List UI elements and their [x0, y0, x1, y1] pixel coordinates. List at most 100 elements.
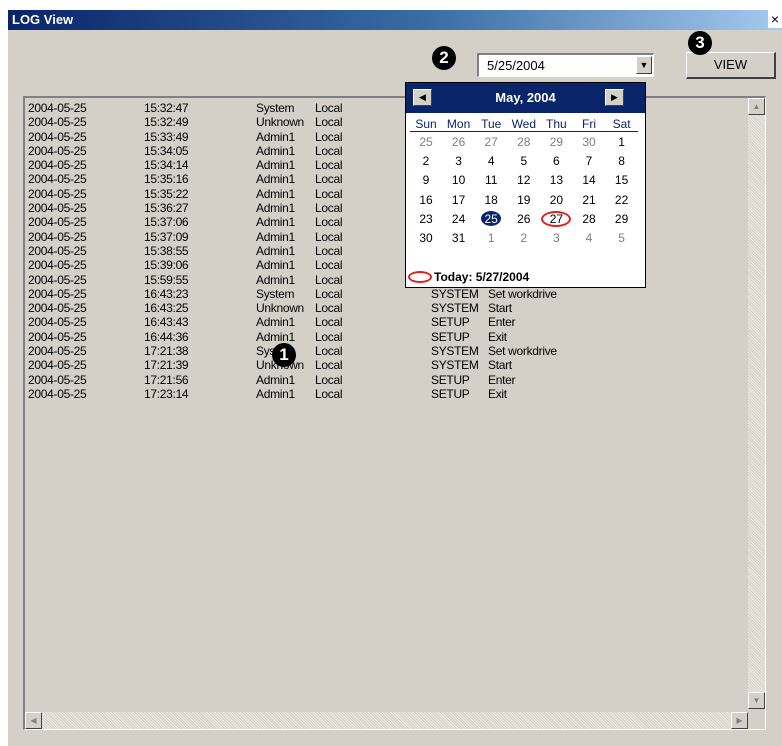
log-location: Local — [315, 101, 343, 115]
window-title: LOG View — [12, 12, 74, 27]
calendar-day[interactable]: 2 — [410, 154, 442, 168]
view-button[interactable]: VIEW — [686, 52, 776, 79]
calendar-day[interactable]: 18 — [475, 193, 507, 207]
log-location: Local — [315, 129, 343, 144]
calendar-day[interactable]: 25 — [410, 135, 442, 149]
log-user: Admin1 — [256, 172, 295, 187]
calendar-day[interactable]: 1 — [475, 231, 507, 245]
callout-badge-2: 2 — [432, 46, 456, 70]
log-action: Exit — [488, 386, 507, 401]
calendar-day[interactable]: 5 — [508, 154, 540, 168]
calendar-day[interactable]: 28 — [508, 135, 540, 149]
calendar-day[interactable]: 7 — [573, 154, 605, 168]
calendar-day[interactable]: 30 — [573, 135, 605, 149]
calendar-day[interactable]: 15 — [606, 173, 638, 187]
log-time: 15:35:16 — [144, 172, 189, 187]
calendar-day[interactable]: 16 — [410, 193, 442, 207]
log-time: 15:38:55 — [144, 243, 189, 258]
date-picker-combo[interactable]: 5/25/2004 ▼ — [477, 53, 654, 77]
calendar-weekday-row: Sun Mon Tue Wed Thu Fri Sat — [410, 117, 638, 132]
calendar-day[interactable]: 2 — [508, 231, 540, 245]
calendar-day[interactable]: 22 — [606, 193, 638, 207]
scroll-up-icon[interactable]: ▲ — [748, 98, 765, 115]
log-module: SETUP — [431, 386, 470, 401]
log-user: Admin1 — [256, 386, 295, 401]
calendar-day[interactable]: 13 — [540, 173, 572, 187]
log-module: SETUP — [431, 315, 470, 330]
chevron-down-icon[interactable]: ▼ — [636, 56, 652, 74]
calendar-day[interactable]: 1 — [606, 135, 638, 149]
calendar-day[interactable]: 9 — [410, 173, 442, 187]
title-bar: LOG View × — [8, 10, 782, 30]
calendar-day[interactable]: 23 — [410, 212, 442, 226]
log-list[interactable]: 2004-05-25 15:32:47 System Local 2004-05-25 1… — [23, 96, 766, 730]
log-user: Admin1 — [256, 258, 295, 273]
calendar-day[interactable]: 30 — [410, 231, 442, 245]
horizontal-scrollbar[interactable]: ◀ ▶ — [25, 712, 748, 729]
log-view-window: LOG View × 5/25/2004 ▼ VIEW 2004-05-25 15… — [8, 10, 782, 746]
log-date: 2004-05-25 — [28, 101, 87, 115]
calendar-day[interactable]: 28 — [573, 212, 605, 226]
vertical-scrollbar[interactable]: ▲ ▼ — [748, 98, 765, 709]
calendar-day[interactable]: 19 — [508, 193, 540, 207]
log-time: 16:43:25 — [144, 301, 189, 316]
log-location: Local — [315, 272, 343, 287]
log-date: 2004-05-25 — [28, 315, 87, 330]
calendar-day[interactable]: 14 — [573, 173, 605, 187]
log-user: Admin1 — [256, 215, 295, 230]
weekday-label: Sun — [415, 117, 437, 131]
scroll-right-icon[interactable]: ▶ — [731, 712, 748, 729]
log-date: 2004-05-25 — [28, 215, 87, 230]
log-location: Local — [315, 301, 343, 316]
close-icon[interactable]: × — [768, 10, 782, 28]
log-date: 2004-05-25 — [28, 272, 87, 287]
callout-badge-1: 1 — [272, 343, 296, 367]
calendar-day[interactable]: 29 — [540, 135, 572, 149]
log-date: 2004-05-25 — [28, 229, 87, 244]
log-location: Local — [315, 158, 343, 173]
scroll-down-icon[interactable]: ▼ — [748, 692, 765, 709]
calendar-day[interactable]: 29 — [606, 212, 638, 226]
calendar-day[interactable]: 8 — [606, 154, 638, 168]
calendar-day[interactable]: 24 — [443, 212, 475, 226]
calendar-day[interactable]: 12 — [508, 173, 540, 187]
log-date: 2004-05-25 — [28, 286, 87, 301]
log-date: 2004-05-25 — [28, 372, 87, 387]
calendar-header: ◀ May, 2004 ▶ — [406, 83, 645, 113]
calendar-day[interactable]: 4 — [573, 231, 605, 245]
log-time: 16:44:36 — [144, 329, 189, 344]
log-time: 17:21:38 — [144, 344, 189, 359]
calendar-day[interactable]: 25 — [475, 210, 507, 226]
calendar-day[interactable]: 26 — [443, 135, 475, 149]
log-date: 2004-05-25 — [28, 201, 87, 216]
calendar-day[interactable]: 6 — [540, 154, 572, 168]
next-month-icon[interactable]: ▶ — [605, 89, 624, 106]
prev-month-icon[interactable]: ◀ — [413, 89, 432, 106]
scroll-left-icon[interactable]: ◀ — [25, 712, 42, 729]
log-user: Admin1 — [256, 315, 295, 330]
calendar-day[interactable]: 3 — [540, 231, 572, 245]
log-module: SYSTEM — [431, 286, 479, 301]
log-time: 17:21:56 — [144, 372, 189, 387]
log-user: Admin1 — [256, 229, 295, 244]
calendar-day[interactable]: 11 — [475, 173, 507, 187]
log-date: 2004-05-25 — [28, 115, 87, 130]
log-time: 15:36:27 — [144, 201, 189, 216]
calendar-day[interactable]: 26 — [508, 212, 540, 226]
log-time: 16:43:23 — [144, 286, 189, 301]
calendar-dropdown[interactable]: ◀ May, 2004 ▶ Sun Mon Tue Wed Thu Fri Sat 25 26… — [405, 82, 646, 288]
calendar-day[interactable]: 5 — [606, 231, 638, 245]
log-date: 2004-05-25 — [28, 243, 87, 258]
calendar-today-link[interactable]: Today: 5/27/2004 — [408, 270, 529, 284]
calendar-day[interactable]: 4 — [475, 154, 507, 168]
calendar-day[interactable]: 3 — [443, 154, 475, 168]
log-location: Local — [315, 186, 343, 201]
calendar-day[interactable]: 17 — [443, 193, 475, 207]
calendar-day[interactable]: 10 — [443, 173, 475, 187]
calendar-day[interactable]: 21 — [573, 193, 605, 207]
calendar-day[interactable]: 20 — [540, 193, 572, 207]
calendar-day[interactable]: 31 — [443, 231, 475, 245]
calendar-day[interactable]: 27 — [475, 135, 507, 149]
log-location: Local — [315, 229, 343, 244]
log-action: Start — [488, 358, 512, 373]
